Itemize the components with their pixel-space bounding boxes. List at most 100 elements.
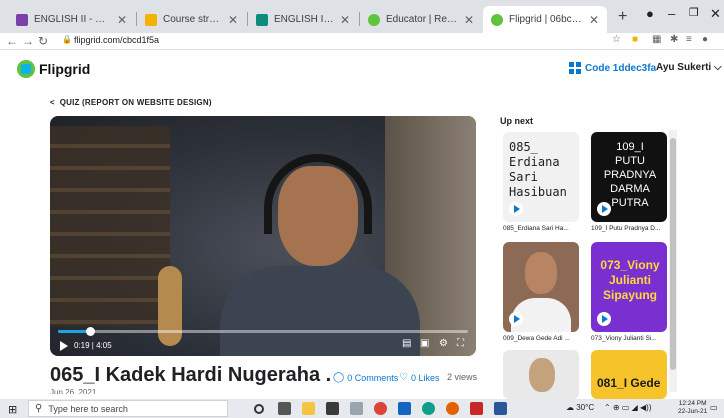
up-next-card[interactable]: 081_I Gede — [591, 350, 667, 399]
clock-date: 22-Jun-21 — [678, 408, 708, 415]
settings-gear-icon[interactable]: ⚙ — [439, 338, 448, 349]
video-scrub-handle[interactable] — [85, 327, 95, 336]
chrome-icon[interactable] — [374, 402, 387, 415]
close-icon[interactable]: ✕ — [228, 13, 238, 27]
up-next-card[interactable] — [503, 350, 579, 399]
card-thumbnail-person — [529, 358, 555, 392]
likes-button[interactable]: ♡ 0 Likes — [399, 372, 440, 383]
browser-tab-5-active[interactable]: Flipgrid | 06bc15fd ✕ — [483, 6, 607, 33]
views-count: 2 views — [447, 372, 478, 382]
minimize-icon[interactable]: – — [668, 6, 675, 21]
browser-tab-2[interactable]: Course stream ✕ — [137, 6, 246, 33]
browser-tab-3[interactable]: ENGLISH II - MI D TUESDAY ✕ — [248, 6, 358, 33]
reading-list-icon[interactable]: ≡ — [686, 34, 692, 45]
taskbar-clock[interactable]: 12:24 PM 22-Jun-21 — [678, 400, 707, 416]
address-bar[interactable]: flipgrid.com/cbcd1f5a — [74, 35, 159, 45]
transcript-icon[interactable]: ▣ — [420, 338, 429, 349]
up-next-card-caption[interactable]: 073_Viony Julianti Si... — [591, 335, 671, 342]
mail-icon[interactable] — [398, 402, 411, 415]
play-icon[interactable] — [509, 312, 523, 326]
window-close-icon[interactable]: ✕ — [710, 6, 721, 22]
avatar[interactable]: ● — [702, 34, 708, 45]
captions-icon[interactable]: ▤ — [402, 338, 411, 349]
flipgrid-logo[interactable]: Flipgrid — [17, 60, 90, 78]
tab-title: ENGLISH II - MI A MONDAY — [34, 14, 111, 25]
address-toolbar: ← → ↻ 🔒 flipgrid.com/cbcd1f5a ☆ ■ ▦ ✱ ≡ … — [0, 33, 724, 49]
lock-icon: 🔒 — [62, 35, 72, 44]
classroom-icon — [256, 13, 268, 26]
chevron-down-icon: ⌵ — [713, 62, 722, 73]
system-tray-icons[interactable]: ⌃ ⊕ ▭ ◢ ◀)) — [604, 403, 652, 412]
grid-extension-icon[interactable]: ▦ — [652, 34, 661, 45]
up-next-card[interactable]: 109_I PUTU PRADNYA DARMA PUTRA — [591, 132, 667, 222]
edge-icon[interactable] — [422, 402, 435, 415]
browser-tab-4[interactable]: Educator | Response Details ✕ — [360, 6, 482, 33]
fullscreen-icon[interactable]: ⛶ — [457, 338, 464, 349]
notification-icon[interactable]: ▭ — [710, 403, 718, 412]
scrollbar-thumb[interactable] — [670, 138, 676, 370]
video-frame-guitar — [158, 266, 182, 346]
search-placeholder: Type here to search — [48, 403, 128, 414]
card-thumbnail-person — [525, 252, 557, 294]
weather-widget[interactable]: ☁ 30°C — [566, 403, 594, 412]
up-next-scrollbar[interactable] — [669, 130, 677, 392]
windows-start-icon[interactable]: ⊞ — [8, 403, 17, 416]
up-next-card[interactable] — [503, 242, 579, 332]
video-progress-bar[interactable] — [58, 327, 468, 336]
play-icon[interactable] — [509, 202, 523, 216]
new-tab-icon[interactable]: + — [618, 8, 627, 26]
clock-time: 12:24 PM — [678, 400, 707, 407]
forward-arrow-icon[interactable]: → — [22, 34, 34, 48]
up-next-heading: Up next — [500, 116, 534, 126]
close-icon[interactable]: ✕ — [464, 13, 474, 27]
close-icon[interactable]: ✕ — [340, 13, 350, 27]
topic-title: QUIZ (REPORT ON WEBSITE DESIGN) — [59, 98, 212, 107]
tab-title: Course stream — [163, 14, 222, 25]
video-player[interactable]: 0:19 | 4:05 ▤ ▣ ⚙ ⛶ — [50, 116, 476, 356]
back-to-topic-link[interactable]: < QUIZ (REPORT ON WEBSITE DESIGN) — [50, 98, 212, 107]
join-code-button[interactable]: Code 1ddec3fa — [569, 62, 656, 74]
word-icon[interactable] — [494, 402, 507, 415]
app-header: Flipgrid Code 1ddec3fa Ayu Sukerti ⌵ — [0, 49, 724, 89]
user-menu[interactable]: Ayu Sukerti ⌵ — [656, 62, 722, 73]
browser-tab-strip: ENGLISH II - MI A MONDAY ✕ Course stream… — [0, 0, 724, 33]
puzzle-icon[interactable]: ✱ — [670, 34, 678, 45]
video-frame-person-body — [220, 266, 420, 356]
app-icon[interactable] — [350, 402, 363, 415]
back-arrow-icon[interactable]: ← — [6, 34, 18, 48]
task-view-icon[interactable] — [278, 402, 291, 415]
cortana-icon[interactable] — [254, 404, 264, 414]
browser-tab-1[interactable]: ENGLISH II - MI A MONDAY ✕ — [8, 6, 135, 33]
comments-button[interactable]: ◯ 0 Comments — [333, 372, 398, 383]
card-thumbnail-text: 109_I PUTU PRADNYA DARMA PUTRA — [603, 141, 657, 209]
card-thumbnail-text: 085_ Erdiana Sari Hasibuan — [509, 140, 567, 199]
flipgrid-icon — [491, 13, 503, 26]
up-next-card-caption[interactable]: 109_I Putu Pradnya D... — [591, 225, 671, 232]
store-icon[interactable] — [326, 402, 339, 415]
close-icon[interactable]: ✕ — [589, 13, 599, 27]
office-icon[interactable] — [470, 402, 483, 415]
maximize-icon[interactable]: ❐ — [689, 6, 699, 19]
taskbar-search-box[interactable]: ⚲ Type here to search — [28, 400, 228, 417]
close-icon[interactable]: ✕ — [117, 13, 127, 27]
video-time: 0:19 | 4:05 — [74, 341, 112, 350]
chevron-left-icon: < — [50, 98, 60, 107]
up-next-card-caption[interactable]: 085_Erdiana Sari Ha... — [503, 225, 583, 232]
firefox-icon[interactable] — [446, 402, 459, 415]
up-next-card-caption[interactable]: 009_Dewa Gede Adi ... — [503, 335, 583, 342]
file-explorer-icon[interactable] — [302, 402, 315, 415]
likes-count: 0 Likes — [410, 372, 440, 383]
play-icon[interactable] — [597, 202, 611, 216]
extension-icon[interactable]: ■ — [632, 34, 638, 45]
video-frame-bookshelf — [50, 126, 170, 326]
user-name: Ayu Sukerti — [656, 62, 712, 73]
reload-icon[interactable]: ↻ — [38, 34, 48, 48]
play-icon[interactable] — [597, 312, 611, 326]
star-icon[interactable]: ☆ — [612, 34, 621, 45]
tab-title: Flipgrid | 06bc15fd — [509, 14, 583, 25]
comment-icon: ◯ — [333, 372, 345, 383]
up-next-card[interactable]: 073_Viony Julianti Sipayung — [591, 242, 667, 332]
up-next-card[interactable]: 085_ Erdiana Sari Hasibuan — [503, 132, 579, 222]
profile-dot-icon[interactable]: ● — [646, 6, 654, 21]
play-icon[interactable] — [60, 341, 68, 351]
